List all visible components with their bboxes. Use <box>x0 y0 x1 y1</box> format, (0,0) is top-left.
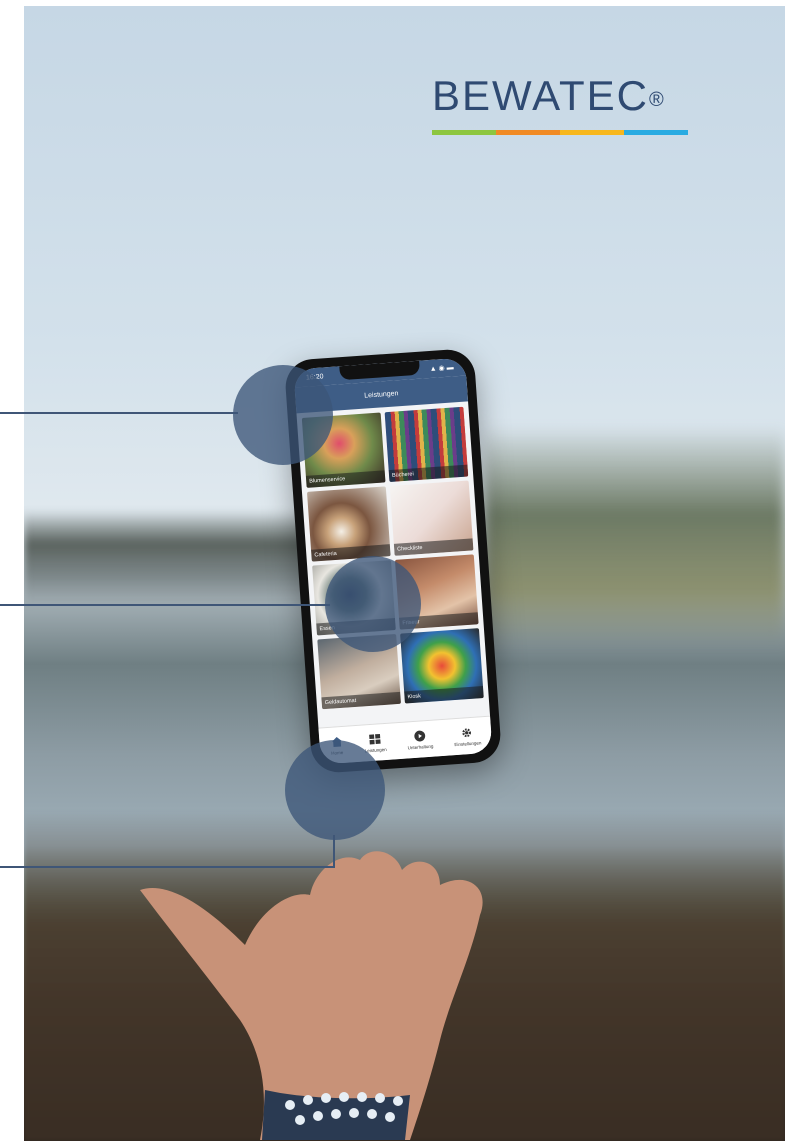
callout-circle-bottom <box>285 740 385 840</box>
callout-circle-top <box>233 365 333 465</box>
services-grid: Blumenservice Bücherei Cafeteria Checkli… <box>296 401 489 714</box>
tab-label: Einstellungen <box>454 740 482 748</box>
stripe-yellow <box>560 130 624 135</box>
tile-label: Blumenservice <box>305 470 386 488</box>
tile-cafeteria[interactable]: Cafeteria <box>306 486 391 562</box>
stripe-green <box>432 130 496 135</box>
callout-line-middle <box>0 604 330 606</box>
open-hand <box>140 851 483 1140</box>
stripe-blue <box>624 130 688 135</box>
tile-label: Geldautomat <box>321 691 401 710</box>
tile-buecherei[interactable]: Bücherei <box>384 406 469 483</box>
play-icon <box>414 730 426 742</box>
tile-kiosk[interactable]: Kiosk <box>400 628 484 704</box>
callout-line-bottom-vertical <box>333 835 335 868</box>
distant-trees-right <box>485 426 785 646</box>
brand-logo: BEWATEC® <box>432 72 690 142</box>
registered-mark: ® <box>649 89 666 111</box>
callout-line-bottom <box>0 866 335 868</box>
tile-label: Kiosk <box>404 686 484 704</box>
grid-icon <box>369 733 381 745</box>
tab-leistungen[interactable]: Leistungen <box>364 732 387 753</box>
gear-icon <box>462 728 472 738</box>
screen-title: Leistungen <box>364 389 399 400</box>
callout-line-top <box>0 412 238 414</box>
brand-color-stripe <box>432 130 688 135</box>
status-icons: ▲ ◉ ▬ <box>429 364 454 373</box>
tab-unterhaltung[interactable]: Unterhaltung <box>406 729 434 751</box>
tile-label: Bücherei <box>388 464 469 483</box>
callout-circle-middle <box>325 556 421 652</box>
tile-label: Checkliste <box>393 538 474 556</box>
tab-label: Unterhaltung <box>407 743 434 751</box>
tile-checkliste[interactable]: Checkliste <box>389 480 474 556</box>
brand-wordmark: BEWATEC® <box>432 72 690 120</box>
stripe-orange <box>496 130 560 135</box>
brand-name: BEWATEC <box>432 72 650 119</box>
tab-einstellungen[interactable]: Einstellungen <box>453 725 482 748</box>
